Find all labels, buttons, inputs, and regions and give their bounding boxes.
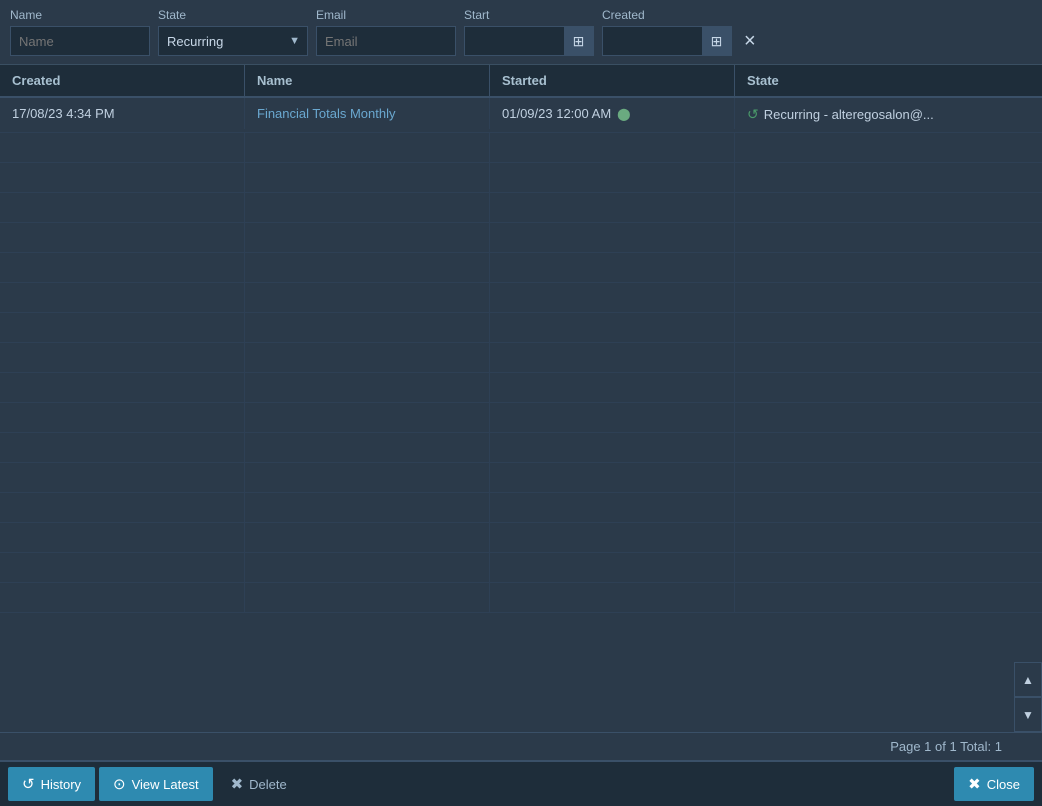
created-filter-label: Created [602,8,732,22]
close-icon: ✖ [968,775,981,793]
empty-row-8 [0,343,1042,373]
delete-label: Delete [249,777,287,792]
history-label: History [41,777,81,792]
start-date-wrapper: ⊞ [464,26,594,56]
col-header-state: State [735,65,1042,96]
empty-row-3 [0,193,1042,223]
name-filter-input[interactable] [10,26,150,56]
state-filter-group: State Recurring Active Inactive All ▼ [158,8,308,56]
empty-row-12 [0,463,1042,493]
email-filter-input[interactable] [316,26,456,56]
created-date-wrapper: ⊞ [602,26,732,56]
cell-created: 17/08/23 4:34 PM [0,98,245,129]
view-latest-button[interactable]: ⊙ View Latest [99,767,213,801]
empty-row-5 [0,253,1042,283]
email-filter-group: Email [316,8,456,56]
empty-row-6 [0,283,1042,313]
state-select[interactable]: Recurring Active Inactive All [158,26,308,56]
table-row[interactable]: 17/08/23 4:34 PM Financial Totals Monthl… [0,98,1042,133]
close-label: Close [987,777,1020,792]
view-latest-label: View Latest [132,777,199,792]
scroll-buttons: ▲ ▼ [1014,662,1042,732]
footer: ↺ History ⊙ View Latest ✖ Delete ✖ Close [0,760,1042,806]
empty-row-11 [0,433,1042,463]
table-body: 17/08/23 4:34 PM Financial Totals Monthl… [0,98,1042,732]
empty-row-16 [0,583,1042,613]
name-filter-group: Name [10,8,150,56]
created-calendar-button[interactable]: ⊞ [702,26,732,56]
table-header: Created Name Started State [0,65,1042,98]
table-area: Created Name Started State 17/08/23 4:34… [0,65,1042,732]
started-status-icon: ⬤ [617,107,630,121]
view-latest-icon: ⊙ [113,775,126,793]
start-calendar-icon: ⊞ [573,33,585,50]
empty-row-15 [0,553,1042,583]
col-header-name: Name [245,65,490,96]
close-button[interactable]: ✖ Close [954,767,1034,801]
empty-row-13 [0,493,1042,523]
empty-row-14 [0,523,1042,553]
empty-row-1 [0,133,1042,163]
empty-rows [0,133,1042,732]
history-icon: ↺ [22,775,35,793]
email-filter-label: Email [316,8,456,22]
created-filter-group: Created ⊞ [602,8,732,56]
cell-started: 01/09/23 12:00 AM ⬤ [490,98,735,129]
pagination-bar: Page 1 of 1 Total: 1 [0,732,1042,760]
empty-row-2 [0,163,1042,193]
empty-row-4 [0,223,1042,253]
filter-bar: Name State Recurring Active Inactive All… [0,0,1042,65]
cell-state: ↺ Recurring - alteregosalon@... [735,98,1042,131]
state-select-wrapper: Recurring Active Inactive All ▼ [158,26,308,56]
delete-icon: ✖ [231,775,244,793]
empty-row-10 [0,403,1042,433]
start-filter-label: Start [464,8,594,22]
started-datetime: 01/09/23 12:00 AM [502,106,611,121]
history-button[interactable]: ↺ History [8,767,95,801]
col-header-created: Created [0,65,245,96]
clear-filter-button[interactable]: × [740,26,760,56]
start-filter-group: Start ⊞ [464,8,594,56]
empty-row-7 [0,313,1042,343]
main-container: Name State Recurring Active Inactive All… [0,0,1042,806]
cell-name: Financial Totals Monthly [245,98,490,129]
start-calendar-button[interactable]: ⊞ [564,26,594,56]
state-filter-label: State [158,8,308,22]
recurring-icon: ↺ [747,106,759,123]
col-header-started: Started [490,65,735,96]
created-calendar-icon: ⊞ [711,33,723,50]
pagination-text: Page 1 of 1 Total: 1 [890,739,1002,754]
state-text: Recurring - alteregosalon@... [764,107,934,122]
empty-row-9 [0,373,1042,403]
name-filter-label: Name [10,8,150,22]
scroll-down-button[interactable]: ▼ [1014,697,1042,732]
scroll-up-button[interactable]: ▲ [1014,662,1042,697]
delete-button[interactable]: ✖ Delete [217,767,301,801]
